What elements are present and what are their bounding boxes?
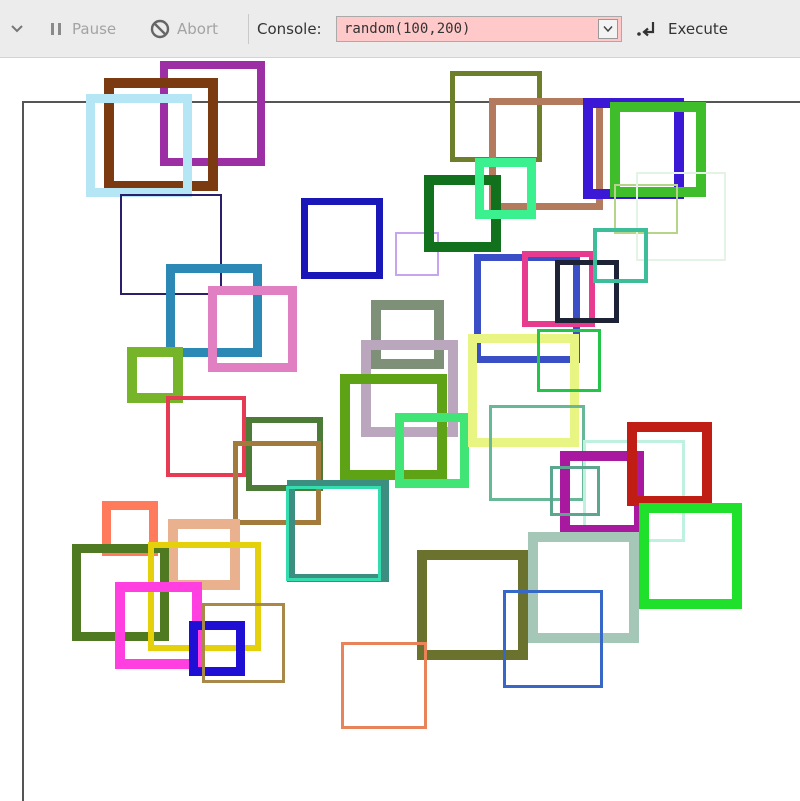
console-label: Console:	[257, 20, 322, 38]
pause-label: Pause	[72, 20, 117, 38]
console-input[interactable]	[336, 16, 622, 42]
toolbar: Pause Abort Console: Execute	[0, 0, 800, 58]
pause-button[interactable]: Pause	[48, 18, 116, 40]
canvas-frame	[22, 101, 800, 801]
prohibit-icon	[150, 19, 170, 39]
abort-button[interactable]: Abort	[150, 18, 218, 40]
toolbar-separator	[248, 14, 249, 44]
dropdown-arrow-icon	[603, 26, 613, 33]
execute-label: Execute	[668, 20, 728, 38]
execute-icon	[637, 22, 655, 37]
abort-label: Abort	[177, 20, 219, 38]
chevron-down-icon	[11, 25, 23, 33]
console-dropdown-button[interactable]	[598, 19, 618, 39]
pause-icon	[51, 23, 61, 35]
collapse-button[interactable]	[10, 18, 24, 40]
execute-button[interactable]: Execute	[636, 18, 728, 40]
